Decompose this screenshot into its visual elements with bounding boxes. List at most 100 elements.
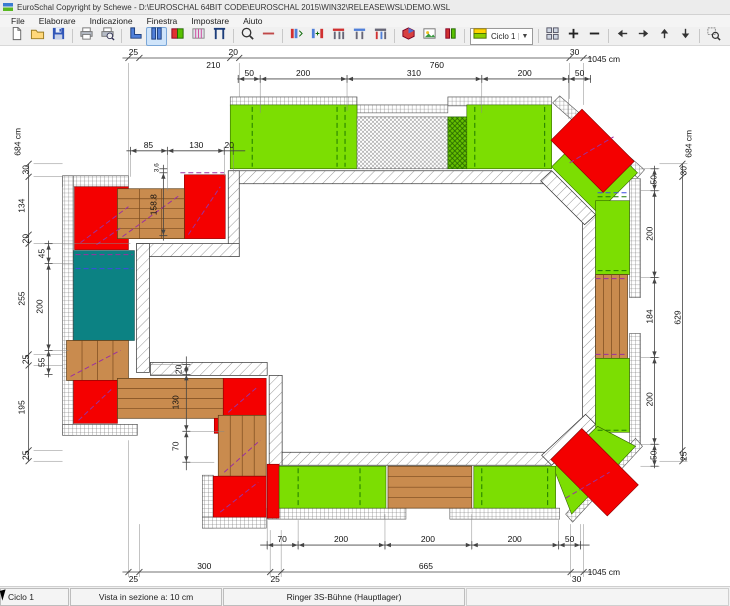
wall [230, 171, 551, 184]
view-3d-button[interactable] [398, 27, 419, 46]
dimension-label: 50 [245, 68, 255, 78]
dimension-label: 30 [570, 47, 580, 57]
dimension-label: 629 [672, 310, 682, 324]
chevron-down-icon[interactable]: ▼ [518, 33, 530, 40]
menu-item-finestra[interactable]: Finestra [140, 16, 185, 26]
panel-fill-button[interactable] [167, 27, 188, 46]
toolbar: Ciclo 1▼ [0, 27, 730, 46]
formwork-panel-red[interactable] [223, 378, 266, 418]
open-folder-button[interactable] [27, 27, 48, 46]
dimension-label: 70 [170, 441, 180, 451]
zoom-window-button[interactable] [703, 27, 724, 46]
new-document-icon [9, 26, 24, 46]
formwork-pair-icon [443, 26, 458, 46]
menu-item-file[interactable]: File [4, 16, 32, 26]
dimension-label: 30 [678, 166, 688, 176]
dimension-label: 1045 cm [588, 54, 620, 64]
zoom-select-icon [240, 26, 255, 46]
dimension-label: 760 [430, 60, 444, 70]
panel-grid-button[interactable] [188, 27, 209, 46]
pan-up-button[interactable] [654, 27, 675, 46]
formwork-panel-teal[interactable] [74, 251, 135, 341]
dimension-label: 50 [565, 534, 575, 544]
print-button[interactable] [76, 27, 97, 46]
formwork-table-button[interactable] [328, 27, 349, 46]
pan-down-icon [678, 26, 693, 46]
formwork-panel-crosshatched[interactable] [448, 117, 467, 169]
new-document-button[interactable] [6, 27, 27, 46]
formwork-place-button[interactable] [286, 27, 307, 46]
pan-right-icon [636, 26, 651, 46]
dimension-label: 665 [419, 561, 433, 571]
dimension-label: 200 [508, 534, 522, 544]
euroschal-window: EuroSchal Copyright by Schewe - D:\EUROS… [0, 0, 730, 606]
formwork-panel-red[interactable] [74, 380, 118, 423]
dimension-label: 85 [144, 140, 154, 150]
dimension-label: 684 cm [13, 128, 23, 156]
dimension-label: 134 [17, 198, 27, 212]
zoom-in-button[interactable] [563, 27, 584, 46]
zoom-select-button[interactable] [237, 27, 258, 46]
toolbar-separator [699, 29, 700, 43]
print-preview-icon [100, 26, 115, 46]
corner-formwork-icon [128, 26, 143, 46]
menu-item-indicazione[interactable]: Indicazione [83, 16, 140, 26]
pan-left-button[interactable] [612, 27, 633, 46]
formwork-panel-green[interactable] [467, 105, 552, 169]
view-3d-icon [401, 26, 416, 46]
menu-item-elaborare[interactable]: Elaborare [32, 16, 83, 26]
overview-button[interactable] [542, 27, 563, 46]
formwork-table3-button[interactable] [370, 27, 391, 46]
toolbar-separator [121, 29, 122, 43]
dimension-label: 684 cm [683, 130, 693, 158]
image-export-icon [422, 26, 437, 46]
formwork-panel-green[interactable] [474, 466, 556, 508]
dimension-label: 195 [17, 400, 27, 414]
pan-up-icon [657, 26, 672, 46]
zoom-out-button[interactable] [584, 27, 605, 46]
menu-item-impostare[interactable]: Impostare [184, 16, 236, 26]
dimension-label: 70 [277, 534, 287, 544]
open-folder-icon [30, 26, 45, 46]
status-spacer [466, 588, 729, 606]
wall [136, 244, 239, 257]
status-view-mode: Vista in sezione a: 10 cm [70, 588, 222, 606]
formwork-panel-green[interactable] [596, 201, 630, 275]
formwork-table2-button[interactable] [349, 27, 370, 46]
formwork-panel-red[interactable] [184, 175, 225, 239]
formwork-panel-green[interactable] [279, 466, 386, 508]
title-bar: EuroSchal Copyright by Schewe - D:\EUROS… [0, 0, 730, 15]
formwork-panel-red[interactable] [267, 464, 279, 518]
dimension-label: 25 [129, 47, 139, 57]
zoom-out-icon [587, 26, 602, 46]
formwork-place-icon [289, 26, 304, 46]
print-preview-button[interactable] [97, 27, 118, 46]
formwork-pair-button[interactable] [440, 27, 461, 46]
wall [282, 452, 552, 465]
dimension-label: 30 [21, 165, 31, 175]
overview-icon [545, 26, 560, 46]
formwork-move-button[interactable] [307, 27, 328, 46]
platform-strip [63, 176, 74, 436]
corner-formwork-button[interactable] [125, 27, 146, 46]
dimension-label: 200 [35, 299, 45, 313]
status-scaffold-system: Ringer 3S-Bühne (Hauptlager) [223, 588, 465, 606]
formwork-panel-green[interactable] [596, 358, 630, 432]
menu-item-aiuto[interactable]: Aiuto [236, 16, 269, 26]
floor-plan-canvas[interactable]: 2521020760301045 cm502003102005085130207… [0, 46, 730, 588]
pan-right-button[interactable] [633, 27, 654, 46]
slab-formwork-button[interactable] [209, 27, 230, 46]
cycle-select[interactable]: Ciclo 1▼ [470, 28, 533, 45]
dimension-label: 55 [37, 357, 47, 367]
image-export-button[interactable] [419, 27, 440, 46]
pan-down-button[interactable] [675, 27, 696, 46]
dimension-label: 25 [678, 451, 688, 461]
wall-formwork-button[interactable] [146, 27, 167, 46]
formwork-panel-green[interactable] [230, 105, 357, 169]
toolbar-separator [464, 29, 465, 43]
save-button[interactable] [48, 27, 69, 46]
dimension-label: 50 [648, 450, 658, 460]
measure-line-button[interactable] [258, 27, 279, 46]
dimension-label: 20 [173, 364, 183, 374]
platform-strip [450, 508, 560, 519]
